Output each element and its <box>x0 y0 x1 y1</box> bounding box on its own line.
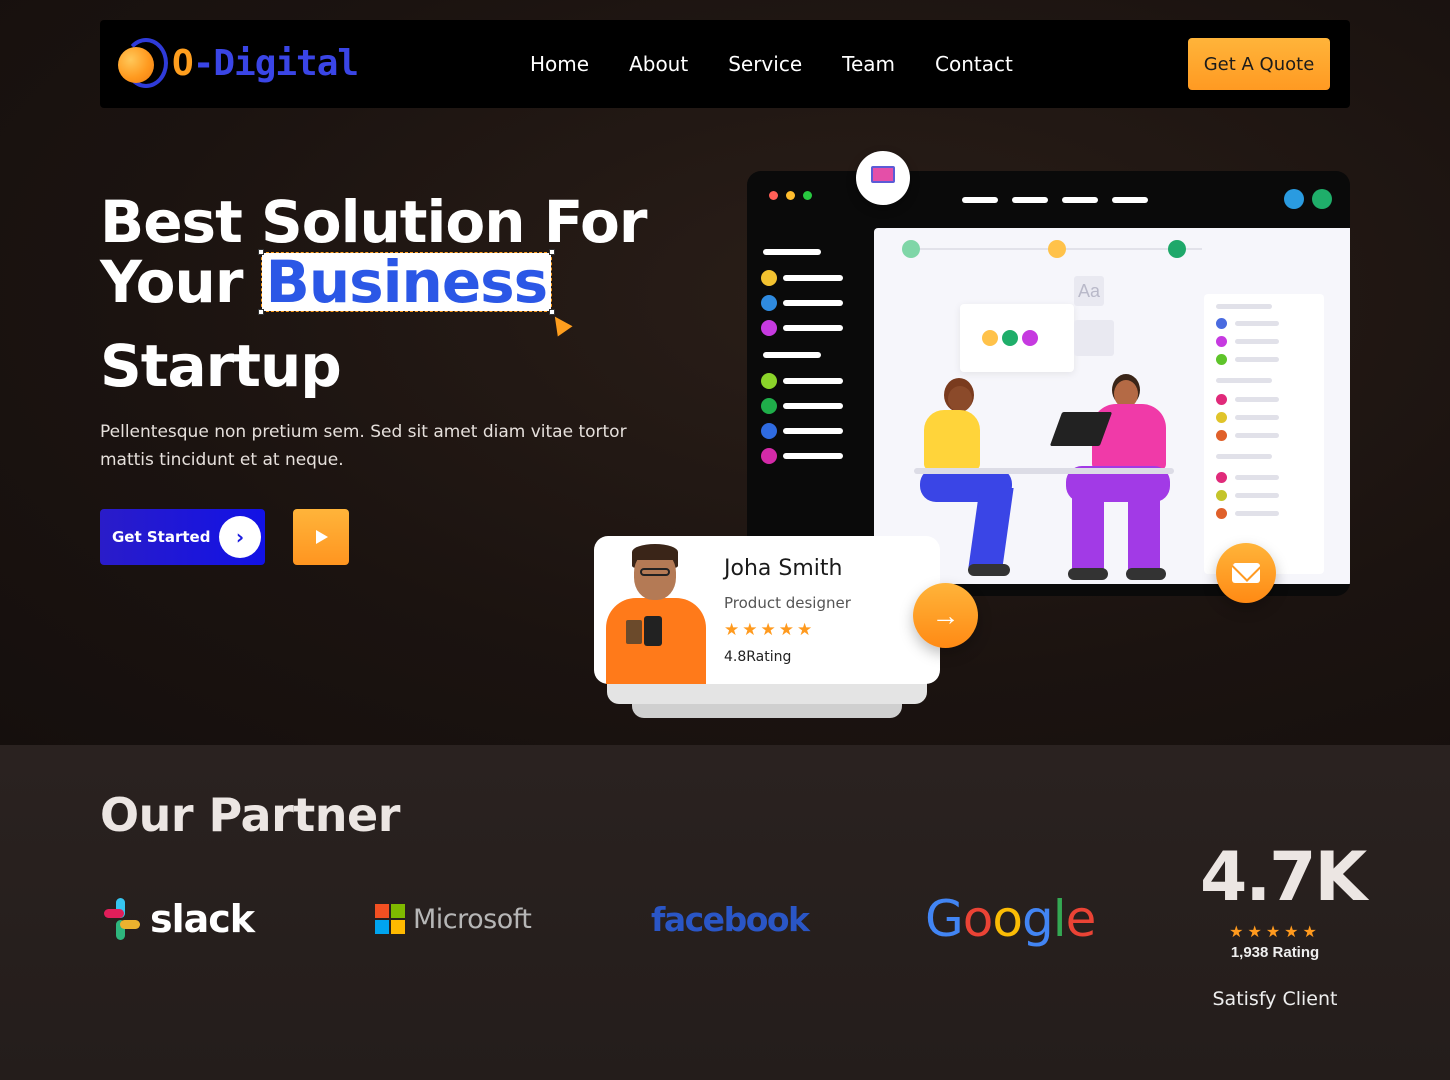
window-toggle-dots <box>1284 189 1332 209</box>
slack-icon <box>100 898 142 940</box>
headline-line-2: Your Business <box>100 249 660 337</box>
arrow-right-icon: → <box>931 599 960 631</box>
window-dots <box>769 191 812 200</box>
nav-about[interactable]: About <box>629 52 688 76</box>
profile-name: Joha Smith <box>724 556 843 581</box>
partner-title: Our Partner <box>100 788 400 842</box>
stat-label: Satisfy Client <box>1212 988 1338 1010</box>
profile-role: Product designer <box>724 594 851 612</box>
play-icon <box>316 530 328 544</box>
get-started-label: Get Started <box>112 528 211 546</box>
window-tab-bars <box>962 197 1148 203</box>
desk-illustration <box>914 468 1174 474</box>
headline-line-1: Best Solution For <box>100 188 647 256</box>
person-illustration-right <box>1049 374 1196 588</box>
partner-logo-google[interactable]: Google <box>925 890 1096 948</box>
partner-logo-facebook[interactable]: facebook <box>651 894 810 944</box>
get-started-button[interactable]: Get Started › <box>100 509 265 565</box>
chevron-right-icon: › <box>219 516 261 558</box>
partner-logo-slack[interactable]: slack <box>100 894 255 944</box>
presentation-icon[interactable] <box>856 151 910 205</box>
nav-team[interactable]: Team <box>842 52 895 76</box>
logo-text: O-Digital <box>172 42 359 84</box>
hero-headline: Best Solution For Your Business Startup <box>100 192 660 396</box>
profile-rating: 4.8Rating <box>724 649 792 665</box>
hero-description: Pellentesque non pretium sem. Sed sit am… <box>100 422 627 470</box>
stat-star-icon: ★★★★★ <box>1229 924 1321 941</box>
headline-highlight: Business <box>257 249 573 337</box>
microsoft-icon <box>375 904 405 934</box>
nav-contact[interactable]: Contact <box>935 52 1013 76</box>
profile-card: Joha Smith Product designer ★★★★★ 4.8Rat… <box>594 536 940 684</box>
headline-line-3: Startup <box>100 332 342 400</box>
stat-rating-count: 1,938 Rating <box>1230 944 1320 961</box>
play-video-button[interactable] <box>293 509 349 565</box>
star-rating-icon: ★★★★★ <box>724 620 816 639</box>
logo[interactable]: O-Digital <box>118 36 359 90</box>
navbar: O-Digital Home About Service Team Contac… <box>100 20 1350 108</box>
dashboard-illustration: Aa <box>747 171 1350 596</box>
arrow-right-button[interactable]: → <box>913 583 978 648</box>
avatar <box>604 544 708 684</box>
main-menu: Home About Service Team Contact <box>530 20 1013 108</box>
mail-icon[interactable] <box>1216 543 1276 603</box>
logo-icon <box>118 38 168 88</box>
illustration-sidebar <box>761 247 851 468</box>
nav-home[interactable]: Home <box>530 52 589 76</box>
partner-logo-microsoft[interactable]: Microsoft <box>375 894 532 944</box>
get-quote-button[interactable]: Get A Quote <box>1188 38 1330 90</box>
cursor-icon <box>547 311 573 337</box>
illustration-canvas: Aa <box>874 228 1350 584</box>
nav-service[interactable]: Service <box>728 52 802 76</box>
stat-value: 4.7K <box>1200 838 1367 917</box>
